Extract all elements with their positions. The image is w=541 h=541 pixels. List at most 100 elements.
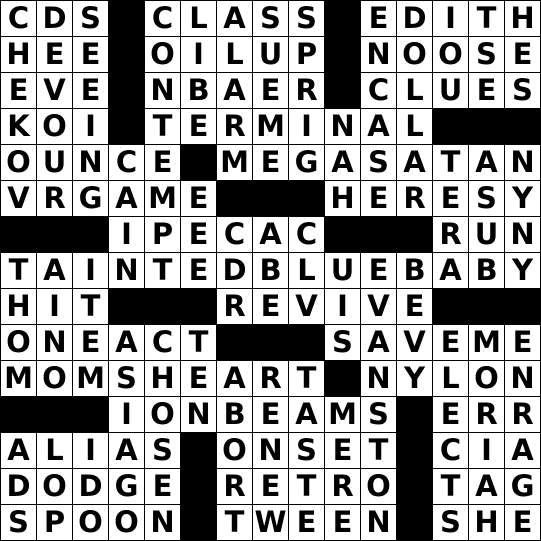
letter-cell[interactable]: E xyxy=(180,252,217,289)
letter-cell[interactable]: V xyxy=(360,288,397,325)
letter-cell[interactable]: O xyxy=(432,36,469,73)
letter-cell[interactable]: H xyxy=(144,360,181,397)
letter-cell[interactable]: E xyxy=(396,288,433,325)
letter-cell[interactable]: E xyxy=(504,504,541,541)
letter-cell[interactable]: I xyxy=(108,396,145,433)
letter-cell[interactable]: Y xyxy=(504,252,541,289)
letter-cell[interactable]: D xyxy=(0,468,37,505)
letter-cell[interactable]: R xyxy=(252,360,289,397)
letter-cell[interactable]: N xyxy=(180,396,217,433)
letter-cell[interactable]: M xyxy=(144,180,181,217)
letter-cell[interactable]: P xyxy=(288,36,325,73)
letter-cell[interactable]: D xyxy=(72,468,109,505)
letter-cell[interactable]: V xyxy=(288,288,325,325)
letter-cell[interactable]: E xyxy=(180,180,217,217)
letter-cell[interactable]: O xyxy=(36,468,73,505)
letter-cell[interactable]: A xyxy=(252,216,289,253)
letter-cell[interactable]: I xyxy=(72,108,109,145)
letter-cell[interactable]: I xyxy=(72,252,109,289)
letter-cell[interactable]: V xyxy=(396,324,433,361)
letter-cell[interactable]: I xyxy=(36,288,73,325)
letter-cell[interactable]: G xyxy=(108,468,145,505)
letter-cell[interactable]: T xyxy=(72,288,109,325)
letter-cell[interactable]: S xyxy=(432,504,469,541)
letter-cell[interactable]: T xyxy=(432,468,469,505)
letter-cell[interactable]: C xyxy=(288,216,325,253)
letter-cell[interactable]: U xyxy=(432,72,469,109)
letter-cell[interactable]: U xyxy=(324,252,361,289)
letter-cell[interactable]: S xyxy=(288,432,325,469)
letter-cell[interactable]: H xyxy=(0,288,37,325)
letter-cell[interactable]: E xyxy=(432,396,469,433)
letter-cell[interactable]: A xyxy=(108,180,145,217)
letter-cell[interactable]: H xyxy=(324,180,361,217)
letter-cell[interactable]: O xyxy=(36,108,73,145)
letter-cell[interactable]: N xyxy=(144,504,181,541)
letter-cell[interactable]: V xyxy=(0,180,37,217)
letter-cell[interactable]: W xyxy=(252,504,289,541)
letter-cell[interactable]: E xyxy=(180,360,217,397)
letter-cell[interactable]: C xyxy=(0,0,37,37)
letter-cell[interactable]: T xyxy=(360,432,397,469)
letter-cell[interactable]: H xyxy=(504,0,541,37)
letter-cell[interactable]: L xyxy=(288,252,325,289)
letter-cell[interactable]: O xyxy=(36,360,73,397)
letter-cell[interactable]: N xyxy=(108,252,145,289)
letter-cell[interactable]: A xyxy=(504,432,541,469)
letter-cell[interactable]: E xyxy=(72,324,109,361)
letter-cell[interactable]: R xyxy=(288,72,325,109)
letter-cell[interactable]: A xyxy=(360,324,397,361)
letter-cell[interactable]: O xyxy=(0,144,37,181)
letter-cell[interactable]: C xyxy=(144,0,181,37)
letter-cell[interactable]: I xyxy=(468,432,505,469)
letter-cell[interactable]: C xyxy=(432,432,469,469)
letter-cell[interactable]: C xyxy=(144,324,181,361)
letter-cell[interactable]: M xyxy=(216,144,253,181)
letter-cell[interactable]: O xyxy=(0,324,37,361)
letter-cell[interactable]: E xyxy=(144,468,181,505)
letter-cell[interactable]: G xyxy=(288,144,325,181)
letter-cell[interactable]: L xyxy=(396,72,433,109)
letter-cell[interactable]: S xyxy=(72,0,109,37)
letter-cell[interactable]: E xyxy=(324,504,361,541)
letter-cell[interactable]: A xyxy=(360,108,397,145)
letter-cell[interactable]: G xyxy=(72,180,109,217)
letter-cell[interactable]: T xyxy=(216,504,253,541)
letter-cell[interactable]: E xyxy=(432,180,469,217)
letter-cell[interactable]: D xyxy=(396,0,433,37)
letter-cell[interactable]: M xyxy=(468,324,505,361)
letter-cell[interactable]: R xyxy=(216,288,253,325)
letter-cell[interactable]: S xyxy=(252,0,289,37)
letter-cell[interactable]: S xyxy=(324,324,361,361)
letter-cell[interactable]: E xyxy=(288,504,325,541)
letter-cell[interactable]: A xyxy=(396,144,433,181)
letter-cell[interactable]: A xyxy=(216,0,253,37)
letter-cell[interactable]: E xyxy=(432,324,469,361)
letter-cell[interactable]: A xyxy=(108,432,145,469)
letter-cell[interactable]: E xyxy=(72,72,109,109)
letter-cell[interactable]: N xyxy=(324,108,361,145)
letter-cell[interactable]: Y xyxy=(396,360,433,397)
letter-cell[interactable]: H xyxy=(0,36,37,73)
letter-cell[interactable]: T xyxy=(288,360,325,397)
letter-cell[interactable]: L xyxy=(396,108,433,145)
letter-cell[interactable]: S xyxy=(288,0,325,37)
letter-cell[interactable]: R xyxy=(216,108,253,145)
letter-cell[interactable]: N xyxy=(252,432,289,469)
letter-cell[interactable]: R xyxy=(396,180,433,217)
letter-cell[interactable]: T xyxy=(432,144,469,181)
letter-cell[interactable]: S xyxy=(468,180,505,217)
letter-cell[interactable]: E xyxy=(36,36,73,73)
letter-cell[interactable]: E xyxy=(252,72,289,109)
letter-cell[interactable]: T xyxy=(144,252,181,289)
letter-cell[interactable]: T xyxy=(288,468,325,505)
letter-cell[interactable]: L xyxy=(36,432,73,469)
letter-cell[interactable]: L xyxy=(216,36,253,73)
letter-cell[interactable]: M xyxy=(72,360,109,397)
letter-cell[interactable]: M xyxy=(324,396,361,433)
letter-cell[interactable]: E xyxy=(360,180,397,217)
letter-cell[interactable]: E xyxy=(252,144,289,181)
letter-cell[interactable]: E xyxy=(504,36,541,73)
letter-cell[interactable]: P xyxy=(144,216,181,253)
letter-cell[interactable]: B xyxy=(180,72,217,109)
